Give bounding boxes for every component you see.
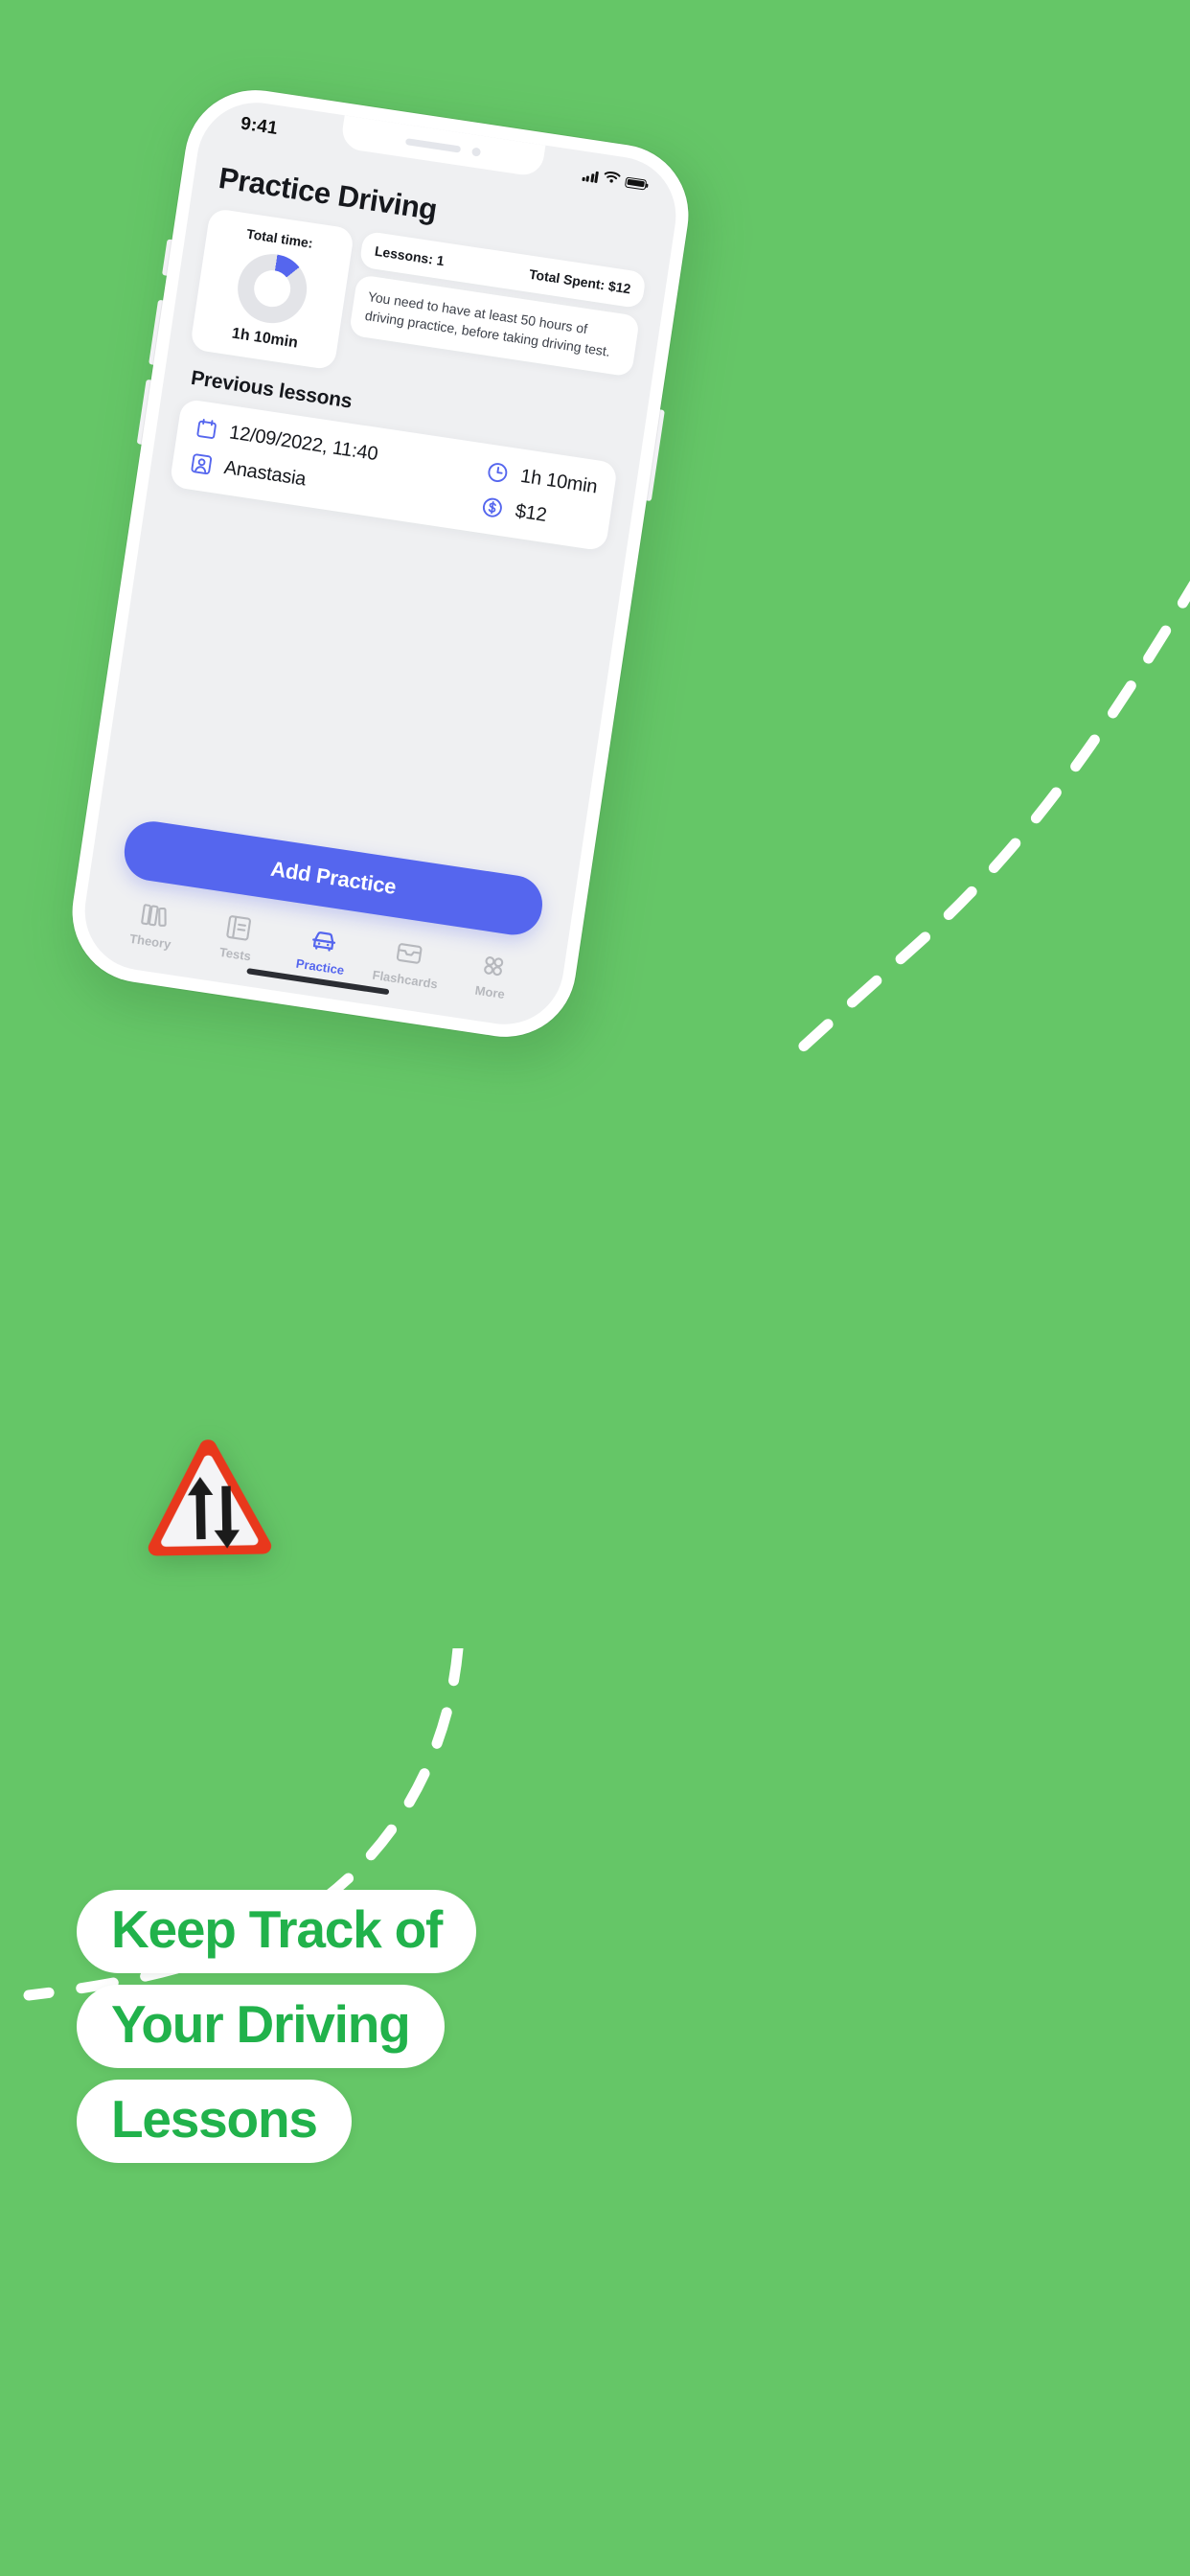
lesson-price-row: $12 [480, 494, 594, 534]
front-camera-icon [470, 146, 481, 157]
status-icons [581, 167, 648, 194]
clock-icon [485, 459, 511, 485]
lesson-right-column: 1h 10min $12 [480, 459, 599, 534]
tab-theory[interactable]: Theory [106, 895, 198, 955]
battery-icon [624, 175, 648, 191]
lessons-count: Lessons: 1 [374, 242, 446, 269]
total-time-card: Total time: 1h 10min [189, 207, 355, 371]
lesson-left-column: 12/09/2022, 11:40 Anastasia [189, 416, 379, 501]
total-time-value: 1h 10min [230, 325, 299, 352]
tab-tests[interactable]: Tests [192, 908, 284, 968]
headline-line-1: Keep Track of [77, 1890, 477, 1973]
tab-more-label: More [473, 982, 506, 1002]
total-spent: Total Spent: $12 [528, 265, 632, 297]
books-icon [138, 899, 171, 932]
headline-row-3: Lessons [77, 2080, 747, 2174]
tab-flashcards[interactable]: Flashcards [361, 932, 453, 993]
notebook-icon [222, 911, 255, 944]
lesson-duration: 1h 10min [518, 465, 599, 497]
headline-row-1: Keep Track of [77, 1890, 747, 1985]
total-time-donut-chart [233, 249, 312, 329]
wifi-icon [603, 170, 621, 189]
headline: Keep Track of Your Driving Lessons [77, 1890, 747, 2174]
phone-mockup: 9:41 Practice Driving Total time: 1h 10m… [62, 80, 711, 1070]
lesson-price: $12 [514, 499, 549, 526]
tab-tests-label: Tests [218, 944, 252, 964]
dashed-road-line-right [797, 580, 1190, 1058]
car-icon [308, 925, 340, 957]
cellular-signal-icon [581, 170, 599, 184]
lesson-instructor: Anastasia [222, 456, 308, 490]
person-icon [189, 451, 215, 477]
tab-practice[interactable]: Practice [277, 920, 369, 980]
tab-practice-label: Practice [294, 955, 346, 978]
headline-row-2: Your Driving [77, 1985, 747, 2080]
lesson-duration-row: 1h 10min [485, 459, 599, 498]
status-time: 9:41 [239, 113, 280, 140]
phone-body: 9:41 Practice Driving Total time: 1h 10m… [62, 80, 698, 1047]
calendar-icon [194, 416, 219, 442]
tab-theory-label: Theory [128, 931, 172, 952]
total-time-label: Total time: [245, 225, 314, 251]
tab-more[interactable]: More [446, 946, 538, 1006]
headline-line-2: Your Driving [77, 1985, 445, 2068]
card-icon [393, 937, 425, 970]
earpiece-speaker-icon [404, 137, 461, 153]
headline-line-3: Lessons [77, 2080, 352, 2163]
grid-dots-icon [477, 950, 510, 982]
two-way-traffic-sign [148, 1439, 272, 1556]
dollar-circle-icon [480, 494, 506, 520]
